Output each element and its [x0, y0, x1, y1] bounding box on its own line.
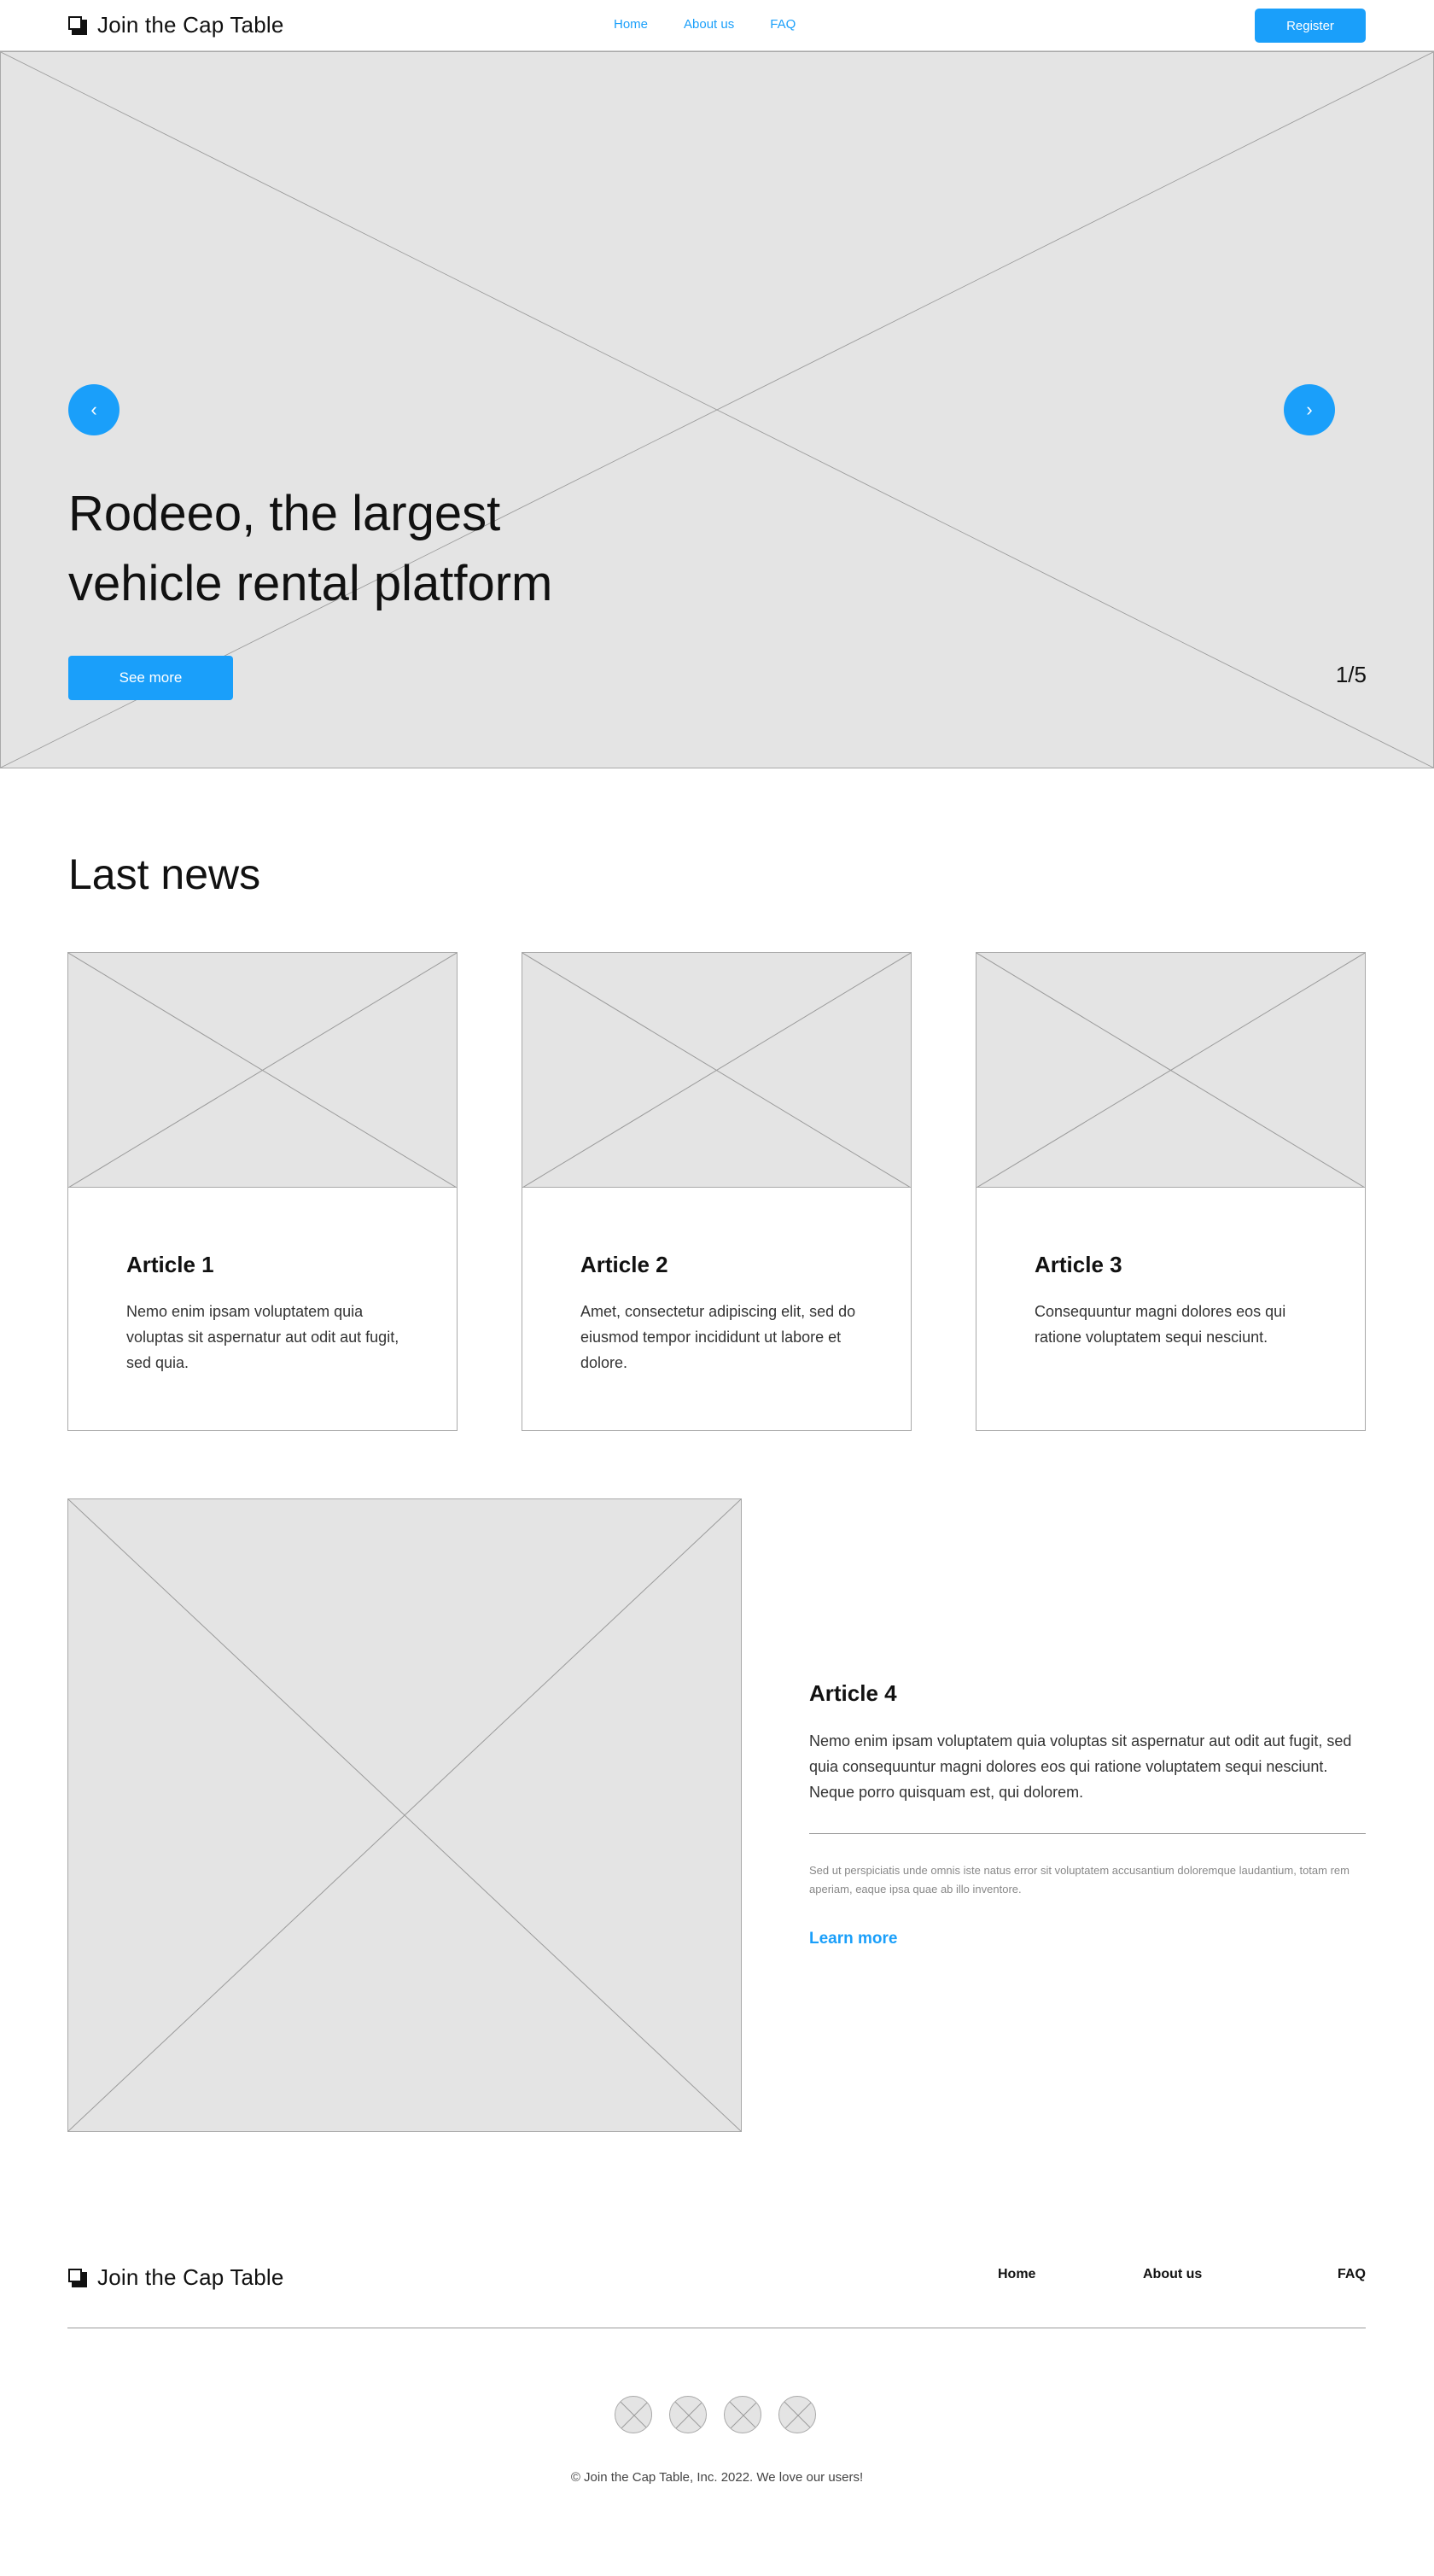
slide-counter: 1/5: [1335, 662, 1367, 687]
social-icon-4[interactable]: [778, 2396, 816, 2433]
hero-carousel: ‹ › Rodeeo, the largest vehicle rental p…: [0, 51, 1434, 768]
feature-article-text: Nemo enim ipsam voluptatem quia voluptas…: [809, 1732, 1352, 1801]
feature-article-title: Article 4: [809, 1680, 897, 1706]
footer-nav-home[interactable]: Home: [998, 2267, 1035, 2282]
footer-logo[interactable]: Join the Cap Table: [68, 2264, 284, 2291]
feature-image-placeholder: [67, 1498, 742, 2132]
nav-about-link[interactable]: About us: [684, 17, 734, 32]
article-image-placeholder: [68, 953, 457, 1188]
article-card[interactable]: Article 2 Amet, consectetur adipiscing e…: [522, 952, 912, 1431]
carousel-next-button[interactable]: ›: [1284, 384, 1335, 435]
article-image-placeholder: [976, 953, 1365, 1188]
footer-logo-text: Join the Cap Table: [97, 2264, 284, 2290]
news-section-title: Last news: [68, 850, 261, 898]
nav-faq-link[interactable]: FAQ: [770, 17, 796, 32]
logo-icon: [68, 2268, 87, 2287]
main-nav: Home About us FAQ: [614, 17, 796, 32]
hero-title: Rodeeo, the largest vehicle rental platf…: [68, 486, 553, 611]
article-card[interactable]: Article 1 Nemo enim ipsam voluptatem qui…: [67, 952, 458, 1431]
header-logo[interactable]: Join the Cap Table: [68, 12, 284, 38]
article-excerpt: Amet, consectetur adipiscing elit, sed d…: [580, 1303, 856, 1371]
article-title: Article 2: [580, 1252, 668, 1277]
social-icon-1[interactable]: [615, 2396, 652, 2433]
footer-nav-about[interactable]: About us: [1143, 2267, 1202, 2282]
article-card[interactable]: Article 3 Consequuntur magni dolores eos…: [976, 952, 1366, 1431]
carousel-prev-button[interactable]: ‹: [68, 384, 120, 435]
article-title: Article 3: [1035, 1252, 1122, 1277]
page: Join the Cap Table Home About us FAQ Reg…: [0, 0, 1434, 2576]
register-button[interactable]: Register: [1255, 9, 1366, 43]
article-title: Article 1: [126, 1252, 214, 1277]
article-excerpt: Nemo enim ipsam voluptatem quia voluptas…: [126, 1303, 399, 1371]
site-header: Join the Cap Table Home About us FAQ Reg…: [0, 0, 1434, 51]
nav-home-link[interactable]: Home: [614, 17, 648, 32]
copyright-text: © Join the Cap Table, Inc. 2022. We love…: [570, 2470, 864, 2485]
article-image-placeholder: [522, 953, 911, 1188]
social-icon-3[interactable]: [724, 2396, 761, 2433]
feature-divider: [809, 1833, 1366, 1834]
social-icon-2[interactable]: [669, 2396, 707, 2433]
chevron-right-icon: ›: [1306, 399, 1313, 420]
see-more-button[interactable]: See more: [68, 656, 233, 700]
logo-icon: [68, 15, 87, 35]
chevron-left-icon: ‹: [90, 399, 97, 420]
learn-more-link[interactable]: Learn more: [809, 1930, 897, 1948]
footer-nav-faq[interactable]: FAQ: [1338, 2267, 1366, 2282]
feature-article-subtext: Sed ut perspiciatis unde omnis iste natu…: [809, 1864, 1349, 1895]
logo-text: Join the Cap Table: [97, 12, 284, 38]
article-excerpt: Consequuntur magni dolores eos qui ratio…: [1035, 1303, 1286, 1346]
